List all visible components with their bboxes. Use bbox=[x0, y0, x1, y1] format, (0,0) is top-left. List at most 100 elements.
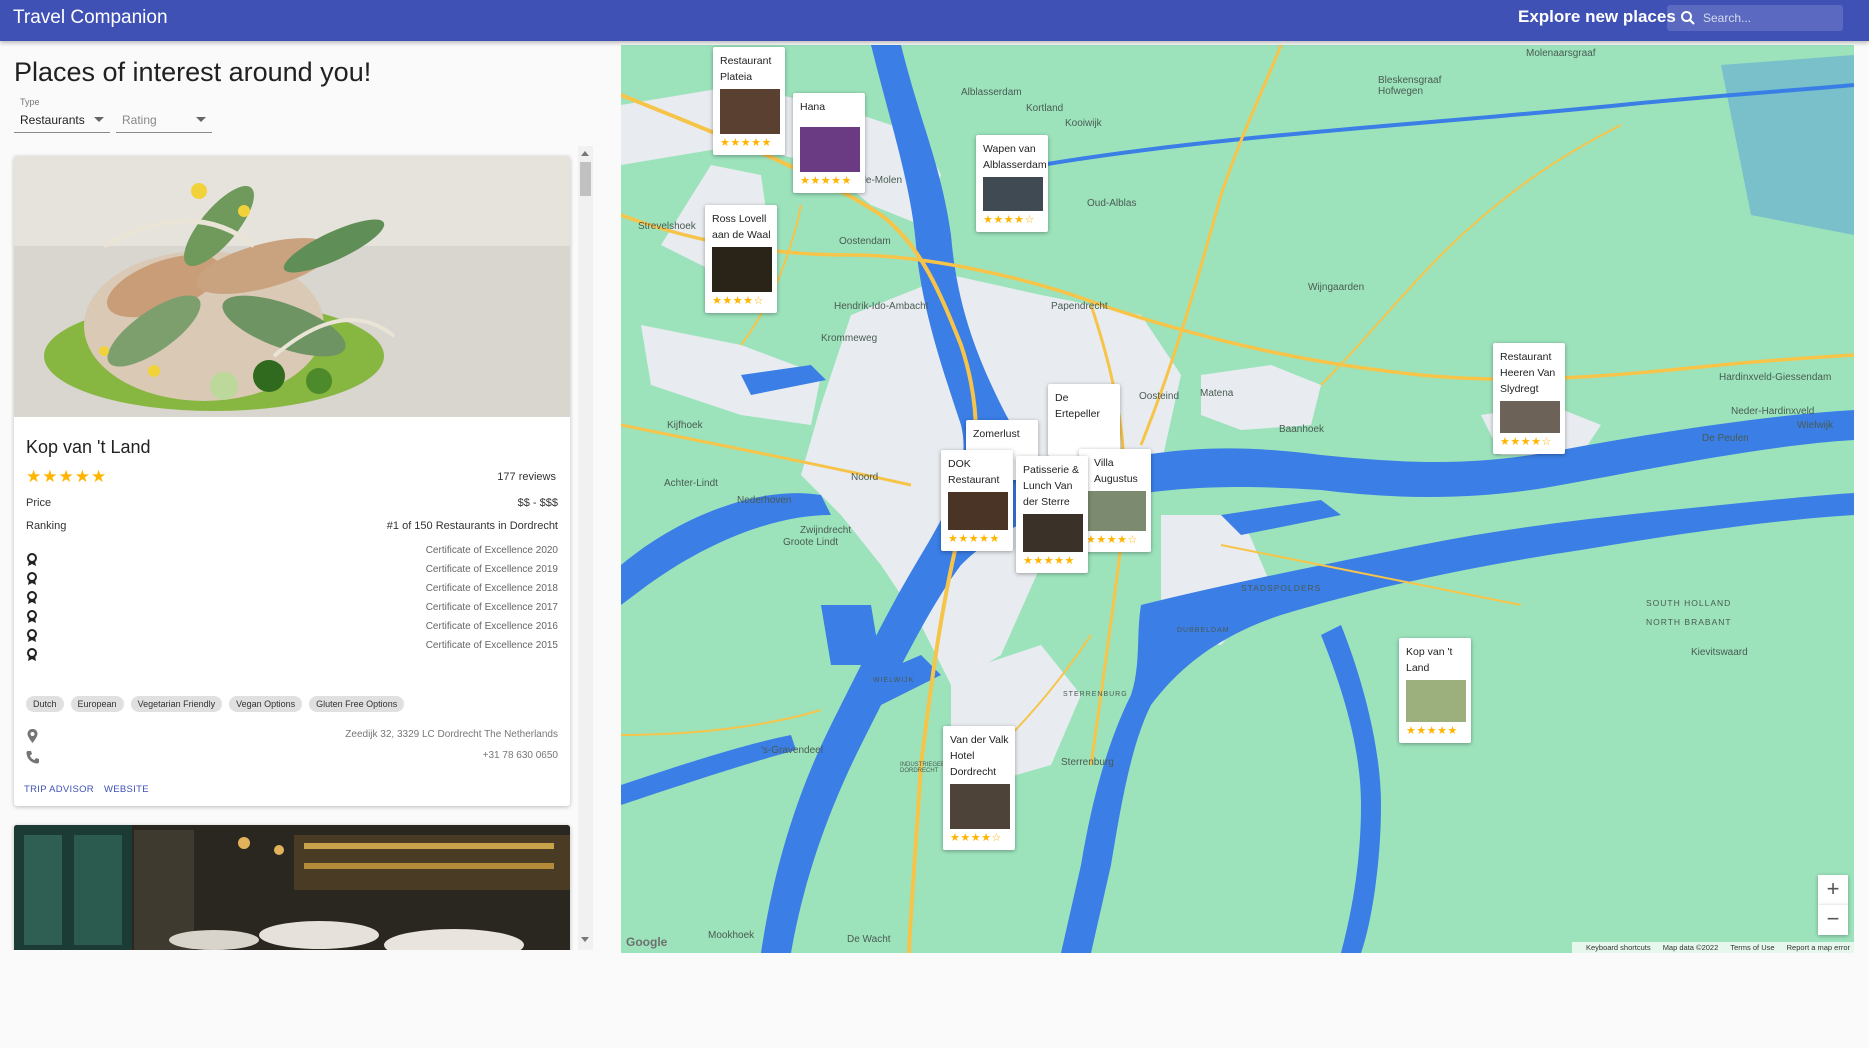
map-marker-de-ertepeller[interactable]: De Ertepeller bbox=[1048, 384, 1120, 456]
cuisine-chip[interactable]: Gluten Free Options bbox=[309, 696, 405, 712]
marker-name: Hana bbox=[800, 101, 826, 113]
map-place-label: Oud-Alblas bbox=[1087, 198, 1137, 209]
map-place-label: NORTH BRABANT bbox=[1646, 617, 1732, 627]
map-place-label: De Peulen bbox=[1702, 433, 1749, 444]
map-place-label: Nederhoven bbox=[737, 495, 792, 506]
map[interactable]: Molenaarsgraaf Bleskensgraaf Hofwegen Al… bbox=[621, 45, 1854, 953]
map-data-text: Map data ©2022 bbox=[1662, 943, 1719, 952]
scroll-down-icon[interactable] bbox=[581, 937, 589, 942]
map-place-label: Oosteind bbox=[1139, 391, 1180, 402]
map-place-label: Kooiwijk bbox=[1065, 118, 1102, 129]
map-place-label: Sterrenburg bbox=[1061, 757, 1114, 768]
marker-name: Kop van 't Land bbox=[1406, 646, 1453, 674]
award-text: Certificate of Excellence 2019 bbox=[425, 564, 558, 575]
marker-stars: ★★★★★ bbox=[800, 175, 852, 187]
award-icon bbox=[27, 553, 37, 566]
cuisine-chip[interactable]: European bbox=[70, 696, 124, 712]
review-count: 177 reviews bbox=[497, 471, 556, 483]
marker-name: Ross Lovell aan de Waal bbox=[712, 213, 771, 241]
search-input[interactable] bbox=[1703, 8, 1835, 28]
map-marker-dok-restaurant[interactable]: DOK Restaurant ★★★★★ bbox=[941, 450, 1013, 551]
award-icon bbox=[27, 648, 37, 661]
award-text: Certificate of Excellence 2020 bbox=[425, 545, 558, 556]
map-place-label: Neder-Hardinxveld bbox=[1731, 406, 1815, 417]
map-marker-patisserie-van-der-sterre[interactable]: Patisserie & Lunch Van der Sterre ★★★★★ bbox=[1016, 456, 1088, 573]
marker-photo bbox=[1500, 401, 1560, 433]
keyboard-shortcuts-link[interactable]: Keyboard shortcuts bbox=[1586, 943, 1651, 952]
marker-stars: ★★★★★ bbox=[1406, 725, 1458, 737]
app-title[interactable]: Travel Companion bbox=[13, 7, 168, 29]
award-icon bbox=[27, 629, 37, 642]
award-icon bbox=[27, 610, 37, 623]
marker-photo bbox=[983, 177, 1043, 211]
rating-select[interactable]: Rating bbox=[116, 97, 212, 133]
marker-name: Restaurant Plateia bbox=[720, 55, 772, 83]
map-marker-van-der-valk[interactable]: Van der Valk Hotel Dordrecht ★★★★☆ bbox=[943, 726, 1015, 850]
zoom-out-button[interactable]: − bbox=[1818, 905, 1848, 935]
marker-stars: ★★★★★ bbox=[948, 533, 1000, 545]
marker-photo bbox=[948, 492, 1008, 530]
map-place-label: Matena bbox=[1200, 388, 1234, 399]
marker-name: Patisserie & Lunch Van der Sterre bbox=[1023, 464, 1080, 508]
map-place-label: Kortland bbox=[1026, 103, 1064, 114]
map-place-label: Papendrecht bbox=[1051, 301, 1108, 312]
map-place-label: STERRENBURG bbox=[1063, 691, 1128, 698]
map-place-label: Hendrik-Ido-Ambacht bbox=[834, 301, 929, 312]
award-text: Certificate of Excellence 2018 bbox=[425, 583, 558, 594]
cuisine-chip[interactable]: Vegetarian Friendly bbox=[130, 696, 223, 712]
map-marker-hana[interactable]: Hana ★★★★★ bbox=[793, 93, 865, 193]
map-place-label: Achter-Lindt bbox=[664, 478, 718, 489]
google-logo: Google bbox=[626, 935, 668, 949]
cuisine-chip[interactable]: Dutch bbox=[26, 696, 64, 712]
type-select[interactable]: Type Restaurants bbox=[14, 97, 110, 133]
map-marker-restaurant-plateia[interactable]: Restaurant Plateia ★★★★★ bbox=[713, 47, 785, 155]
search-box[interactable] bbox=[1667, 5, 1843, 31]
list-scrollbar[interactable] bbox=[578, 146, 593, 950]
map-place-label: Bleskensgraaf Hofwegen bbox=[1378, 75, 1442, 97]
marker-photo bbox=[1406, 680, 1466, 722]
ranking-label: Ranking bbox=[26, 520, 67, 532]
map-place-label: STADSPOLDERS bbox=[1241, 583, 1322, 593]
marker-stars: ★★★★☆ bbox=[983, 214, 1035, 226]
marker-name: Villa Augustus bbox=[1094, 457, 1138, 485]
map-marker-ross-lovell[interactable]: Ross Lovell aan de Waal ★★★★☆ bbox=[705, 205, 777, 313]
place-card bbox=[14, 825, 570, 950]
website-link[interactable]: WEBSITE bbox=[104, 784, 149, 795]
award-icon bbox=[27, 572, 37, 585]
map-place-label: Kijfhoek bbox=[667, 420, 703, 431]
map-place-label: Molenaarsgraaf bbox=[1526, 48, 1596, 59]
trip-advisor-link[interactable]: TRIP ADVISOR bbox=[24, 784, 94, 795]
scroll-up-icon[interactable] bbox=[581, 151, 589, 156]
explore-label: Explore new places bbox=[1518, 7, 1676, 26]
map-place-label: Wielwijk bbox=[1797, 420, 1834, 431]
map-place-label: Alblasserdam bbox=[961, 87, 1022, 98]
cuisine-chip[interactable]: Vegan Options bbox=[229, 696, 303, 712]
map-place-label: Baanhoek bbox=[1279, 424, 1325, 435]
places-list[interactable]: Kop van 't Land ★★★★★ 177 reviews Price … bbox=[0, 150, 600, 950]
zoom-in-button[interactable]: + bbox=[1818, 875, 1848, 905]
ranking-value: #1 of 150 Restaurants in Dordrecht bbox=[386, 520, 558, 532]
map-place-label: Oostendam bbox=[839, 236, 891, 247]
map-marker-wapen-van-alblasserdam[interactable]: Wapen van Alblasserdam ★★★★☆ bbox=[976, 135, 1048, 232]
map-marker-heeren-van-slydregt[interactable]: Restaurant Heeren Van Slydregt ★★★★☆ bbox=[1493, 343, 1565, 454]
map-place-label: Wijngaarden bbox=[1308, 282, 1365, 293]
report-error-link[interactable]: Report a map error bbox=[1787, 943, 1850, 952]
rating-select-placeholder: Rating bbox=[122, 113, 157, 127]
map-marker-villa-augustus[interactable]: Villa Augustus ★★★★☆ bbox=[1079, 449, 1151, 552]
rating-stars: ★★★★★ bbox=[26, 467, 108, 486]
marker-stars: ★★★★☆ bbox=[1500, 436, 1552, 448]
map-place-label: DUBBELDAM bbox=[1177, 627, 1230, 634]
map-place-label: WIELWIJK bbox=[873, 677, 915, 684]
terms-of-use-link[interactable]: Terms of Use bbox=[1730, 943, 1774, 952]
marker-stars: ★★★★★ bbox=[720, 137, 772, 149]
marker-name: De Ertepeller bbox=[1055, 392, 1100, 420]
map-place-label: Zwijndrecht bbox=[800, 525, 852, 536]
page-title: Places of interest around you! bbox=[14, 57, 372, 87]
marker-photo bbox=[800, 127, 860, 172]
map-marker-kop-van-t-land[interactable]: Kop van 't Land ★★★★★ bbox=[1399, 638, 1471, 743]
address-text: Zeedijk 32, 3329 LC Dordrecht The Nether… bbox=[345, 729, 558, 740]
scrollbar-thumb[interactable] bbox=[580, 162, 591, 196]
map-place-label: Noord bbox=[851, 472, 879, 483]
location-pin-icon bbox=[27, 729, 38, 743]
marker-name: Wapen van Alblasserdam bbox=[983, 143, 1047, 171]
